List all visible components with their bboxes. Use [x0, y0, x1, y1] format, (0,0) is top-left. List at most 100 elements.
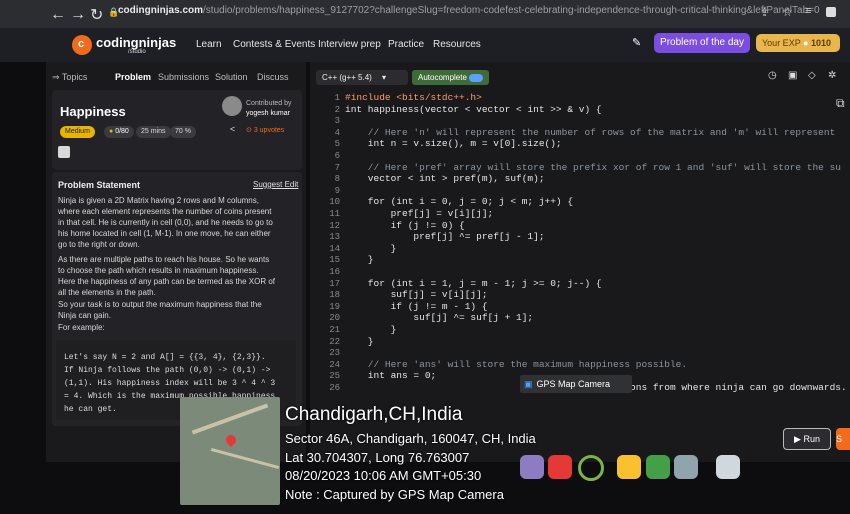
line-number: 3 [334, 116, 340, 127]
code-line[interactable]: for (int i = 0, j = 0; j < m; j++) { [345, 196, 573, 207]
autocomplete-toggle[interactable]: Autocomplete [412, 70, 490, 85]
code-line[interactable]: // Here 'ans' will store the maximum hap… [345, 359, 687, 370]
logo-subtext: /studio [128, 49, 146, 55]
code-line[interactable]: if (j != m - 1) { [345, 301, 488, 312]
code-editor[interactable] [310, 62, 850, 462]
avatar [222, 96, 242, 116]
nav-practice[interactable]: Practice [388, 39, 424, 50]
suggest-edit-link[interactable]: Suggest Edit [253, 180, 298, 189]
description-line: in that cell. He is currently in cell (0… [58, 218, 273, 227]
gps-city: Chandigarh,CH,India [285, 404, 463, 425]
copy-icon[interactable]: ⧉ [836, 96, 845, 111]
problem-statement-heading: Problem Statement [58, 180, 141, 190]
nav-interview-prep[interactable]: Interview prep [318, 39, 381, 50]
problem-of-the-day-button[interactable]: Problem of the day [654, 33, 750, 53]
share-icon[interactable]: < [230, 124, 235, 134]
code-line[interactable]: if (j != 0) { [345, 220, 465, 231]
code-line[interactable]: // Here 'pref' array will store the pref… [345, 162, 841, 173]
nav-learn[interactable]: Learn [196, 39, 222, 50]
contributed-label: Contributed by [246, 100, 292, 107]
nav-contests[interactable]: Contests & Events [233, 39, 315, 50]
description-line: Here the happiness of any path can be te… [58, 277, 276, 286]
dock-app-icon[interactable] [617, 455, 641, 479]
gps-note: Note : Captured by GPS Map Camera [285, 487, 504, 502]
example-line: he can get. [64, 405, 117, 414]
tab-submissions[interactable]: Submissions [158, 72, 209, 82]
code-line[interactable]: for (int i = 1, j = m - 1; j >= 0; j--) … [345, 278, 602, 289]
map-pin-icon [223, 432, 239, 448]
line-number: 22 [329, 336, 340, 347]
score-badge: ● 0/80 [104, 126, 134, 138]
code-line[interactable]: #include <bits/stdc++.h> [345, 92, 482, 103]
nav-resources[interactable]: Resources [433, 39, 481, 50]
dock-app-icon[interactable] [674, 455, 698, 479]
code-line[interactable]: vector < int > pref(m), suf(m); [345, 173, 545, 184]
tab-discuss[interactable]: Discuss [257, 72, 289, 82]
code-line[interactable]: int n = v.size(), m = v[0].size(); [345, 138, 562, 149]
code-icon[interactable]: ◇ [808, 70, 816, 81]
line-number: 23 [329, 348, 340, 359]
exp-badge[interactable]: Your EXP ● 1010 [756, 34, 840, 52]
code-line[interactable]: pref[j] ^= pref[j - 1]; [345, 231, 544, 242]
success-rate-badge: 70 % [170, 126, 196, 138]
back-icon[interactable]: ← [50, 6, 66, 24]
coin-icon: ● [803, 38, 809, 48]
description-line: go to the right or down. [58, 240, 140, 249]
code-line[interactable]: suf[j] ^= suf[j + 1]; [345, 312, 533, 323]
bookmark-star-icon[interactable]: ☆ [782, 5, 793, 19]
description-line: where each element represents the number… [58, 207, 272, 216]
sidebar-icon[interactable] [826, 7, 836, 17]
coin-icon: ● [109, 128, 114, 135]
code-line[interactable]: } [345, 324, 397, 335]
tab-topics[interactable]: ⇒ Topics [52, 72, 87, 83]
settings-icon[interactable]: ✲ [828, 70, 836, 81]
contributor-name[interactable]: yogesh kumar [246, 110, 290, 117]
language-select[interactable]: C++ (g++ 5.4) ▾ [316, 70, 408, 85]
line-number: 16 [329, 267, 340, 277]
code-line[interactable]: } [345, 336, 374, 347]
chevron-down-icon: ▾ [382, 73, 387, 82]
timer-icon[interactable]: ◷ [768, 70, 777, 81]
gps-camera-label: ▣ GPS Map Camera [520, 375, 632, 393]
line-number: 24 [329, 359, 340, 370]
description-line: his home located in cell (1, M-1). In on… [58, 229, 271, 238]
upvote-button[interactable]: ⊙ 3 upvotes [246, 126, 284, 134]
logo-text[interactable]: codingninjas [96, 35, 176, 50]
save-icon[interactable]: ▣ [788, 70, 797, 81]
forward-icon[interactable]: → [70, 6, 86, 24]
code-line[interactable]: } [345, 243, 397, 254]
line-number: 20 [329, 313, 340, 324]
description-line: For example: [58, 323, 105, 332]
tab-problem[interactable]: Problem [115, 72, 151, 82]
line-number: 17 [329, 278, 340, 289]
tab-solution[interactable]: Solution [215, 72, 248, 82]
reload-icon[interactable]: ↻ [90, 5, 103, 25]
line-number: 6 [334, 151, 340, 161]
trash-icon[interactable] [716, 455, 740, 479]
line-number: 2 [334, 104, 340, 115]
code-line[interactable]: int happiness(vector < vector < int >> &… [345, 104, 602, 115]
notes-icon[interactable] [58, 146, 70, 158]
submit-button[interactable]: S [836, 428, 850, 450]
code-line[interactable]: pref[j] = v[i][j]; [345, 208, 494, 219]
url-path: /studio/problems/happiness_9127702?chall… [203, 5, 820, 16]
line-number: 14 [329, 243, 340, 254]
code-line[interactable]: int ans = 0; [345, 370, 436, 381]
dock-app-icon[interactable] [548, 455, 572, 479]
code-line[interactable]: suf[j] = v[i][j]; [345, 289, 488, 300]
code-line[interactable]: // Here 'n' will represent the number of… [345, 127, 835, 138]
logo-c-icon: c [78, 38, 85, 50]
address-bar[interactable]: codingninjas.com/studio/problems/happine… [118, 5, 820, 16]
dock-facetime-icon[interactable] [646, 455, 670, 479]
dock-app-icon[interactable] [578, 455, 604, 481]
dock-app-icon[interactable] [520, 455, 544, 479]
line-number: 7 [334, 162, 340, 173]
pen-icon[interactable]: ✎ [632, 36, 641, 49]
playlist-icon[interactable]: ≡ [805, 5, 811, 17]
code-line[interactable]: } [345, 254, 374, 265]
topics-icon: ⇒ [52, 72, 60, 82]
run-button[interactable]: ▶ Run [783, 428, 831, 450]
share-icon[interactable]: ⇪ [760, 6, 769, 19]
play-icon: ▶ [794, 434, 801, 444]
time-badge: 25 mins [136, 126, 171, 138]
